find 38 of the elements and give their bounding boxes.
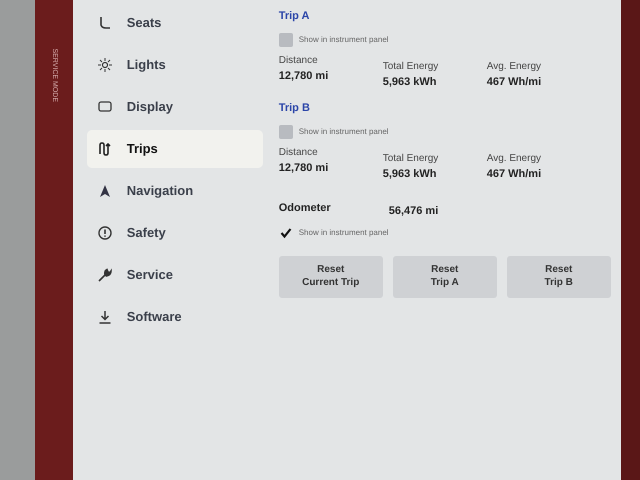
checkbox[interactable] <box>278 32 293 46</box>
wrench-icon <box>96 267 113 283</box>
stat-label: Total Energy <box>382 152 440 166</box>
odometer-value: 56,476 mi <box>388 204 438 219</box>
sidebar-item[interactable]: Navigation <box>86 172 263 210</box>
stat-label: Avg. Energy <box>486 60 542 74</box>
sidebar-item[interactable]: Service <box>86 256 263 294</box>
trip-title: Trip B <box>278 101 311 116</box>
checkbox-label: Show in instrument panel <box>298 126 389 138</box>
sidebar-item[interactable]: Seats <box>86 4 263 42</box>
stat-label: Total Energy <box>382 60 440 74</box>
reset-button[interactable]: Reset Trip A <box>392 256 497 298</box>
stat-value: 5,963 kWh <box>382 166 438 182</box>
download-icon <box>96 309 113 325</box>
stat-value: 12,780 mi <box>278 160 330 176</box>
trip-title: Trip A <box>278 9 310 24</box>
stat-label: Distance <box>278 146 319 160</box>
reset-button[interactable]: Reset Trip B <box>506 256 611 298</box>
sidebar-item[interactable]: Lights <box>86 46 263 84</box>
checkbox[interactable] <box>278 226 293 240</box>
route-icon <box>96 141 113 157</box>
sidebar-item[interactable]: Trips <box>86 130 263 168</box>
sidebar-item[interactable]: Software <box>86 298 263 336</box>
reset-button[interactable]: Reset Current Trip <box>278 256 383 298</box>
stat-value: 5,963 kWh <box>382 74 438 90</box>
checkbox[interactable] <box>278 124 293 138</box>
odometer-label: Odometer <box>278 201 332 216</box>
sidebar-item[interactable]: Display <box>86 88 263 126</box>
sidebar-item[interactable]: Safety <box>86 214 263 252</box>
exclamation-circle-icon <box>96 225 113 241</box>
stat-label: Distance <box>278 54 319 68</box>
stat-value: 467 Wh/mi <box>486 166 542 182</box>
light-icon <box>96 57 113 73</box>
checkbox-label: Show in instrument panel <box>298 34 389 46</box>
stat-value: 12,780 mi <box>278 68 330 84</box>
checkbox-label: Show in instrument panel <box>298 226 389 238</box>
stat-value: 467 Wh/mi <box>486 74 542 90</box>
stat-label: Avg. Energy <box>486 152 542 166</box>
